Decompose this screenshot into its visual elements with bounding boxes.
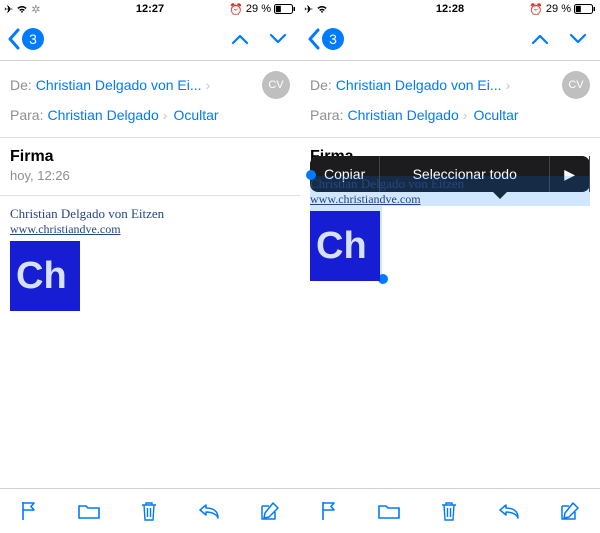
message-headers: De: Christian Delgado von Ei... › CV Par… (0, 61, 300, 138)
nav-bar: 3 (0, 18, 300, 61)
bottom-toolbar (300, 488, 600, 533)
trash-icon[interactable] (439, 500, 459, 522)
chevron-right-icon: › (506, 77, 511, 93)
signature-url-link[interactable]: www.christiandve.com (10, 222, 290, 237)
header-from-row[interactable]: De: Christian Delgado von Ei... › CV (10, 67, 290, 103)
nav-bar: 3 (300, 18, 600, 61)
wifi-icon (16, 4, 28, 14)
battery-icon (274, 4, 296, 14)
to-value: Christian Delgado (47, 107, 158, 123)
next-message-button[interactable] (568, 32, 588, 46)
signature-url-link[interactable]: www.christiandve.com (310, 192, 590, 207)
folder-icon[interactable] (377, 501, 401, 521)
chevron-right-icon: › (163, 107, 168, 123)
chevron-right-icon: › (463, 107, 468, 123)
from-value: Christian Delgado von Ei... (36, 77, 202, 93)
to-label: Para: (310, 107, 343, 123)
alarm-icon: ⏰ (229, 3, 243, 16)
from-value: Christian Delgado von Ei... (336, 77, 502, 93)
header-to-row[interactable]: Para: Christian Delgado › Ocultar (310, 103, 590, 127)
header-from-row[interactable]: De: Christian Delgado von Ei... › CV (310, 67, 590, 103)
message-headers: De: Christian Delgado von Ei... › CV Par… (300, 61, 600, 138)
flag-icon[interactable] (19, 500, 39, 522)
reply-icon[interactable] (197, 502, 221, 520)
back-button[interactable] (6, 27, 20, 51)
status-time: 12:28 (436, 3, 464, 15)
sender-avatar[interactable]: CV (262, 71, 290, 99)
trash-icon[interactable] (139, 500, 159, 522)
reply-icon[interactable] (497, 502, 521, 520)
unread-badge[interactable]: 3 (322, 28, 344, 50)
status-bar: ✈︎ 12:28 ⏰ 29 % (300, 0, 600, 18)
status-time: 12:27 (136, 3, 164, 15)
back-button[interactable] (306, 27, 320, 51)
battery-text: 29 % (246, 3, 271, 15)
battery-icon (574, 4, 596, 14)
unread-badge[interactable]: 3 (22, 28, 44, 50)
loading-icon: ✲ (31, 3, 40, 16)
signature-name: Christian Delgado von Eitzen (310, 176, 590, 192)
bottom-toolbar (0, 488, 300, 533)
to-value: Christian Delgado (347, 107, 458, 123)
signature-logo: Ch (310, 211, 380, 281)
next-message-button[interactable] (268, 32, 288, 46)
from-label: De: (310, 77, 332, 93)
subject-block: Firma hoy, 12:26 (0, 138, 300, 196)
prev-message-button[interactable] (530, 32, 550, 46)
to-label: Para: (10, 107, 43, 123)
folder-icon[interactable] (77, 501, 101, 521)
message-body[interactable]: Christian Delgado von Eitzen www.christi… (0, 196, 300, 488)
message-body[interactable]: Christian Delgado von Eitzen www.christi… (300, 166, 600, 488)
from-label: De: (10, 77, 32, 93)
airplane-icon: ✈︎ (304, 3, 313, 16)
timestamp-text: hoy, 12:26 (10, 168, 290, 183)
hide-details-button[interactable]: Ocultar (173, 107, 218, 123)
battery-text: 29 % (546, 3, 571, 15)
hide-details-button[interactable]: Ocultar (473, 107, 518, 123)
prev-message-button[interactable] (230, 32, 250, 46)
header-to-row[interactable]: Para: Christian Delgado › Ocultar (10, 103, 290, 127)
compose-icon[interactable] (559, 500, 581, 522)
chevron-right-icon: › (206, 77, 211, 93)
signature-logo: Ch (10, 241, 80, 311)
wifi-icon (316, 4, 328, 14)
subject-text: Firma (10, 148, 290, 166)
compose-icon[interactable] (259, 500, 281, 522)
alarm-icon: ⏰ (529, 3, 543, 16)
flag-icon[interactable] (319, 500, 339, 522)
mail-pane-left: ✈︎ ✲ 12:27 ⏰ 29 % 3 (0, 0, 300, 533)
airplane-icon: ✈︎ (4, 3, 13, 16)
signature-name: Christian Delgado von Eitzen (10, 206, 290, 222)
status-bar: ✈︎ ✲ 12:27 ⏰ 29 % (0, 0, 300, 18)
mail-pane-right: ✈︎ 12:28 ⏰ 29 % 3 (300, 0, 600, 533)
sender-avatar[interactable]: CV (562, 71, 590, 99)
